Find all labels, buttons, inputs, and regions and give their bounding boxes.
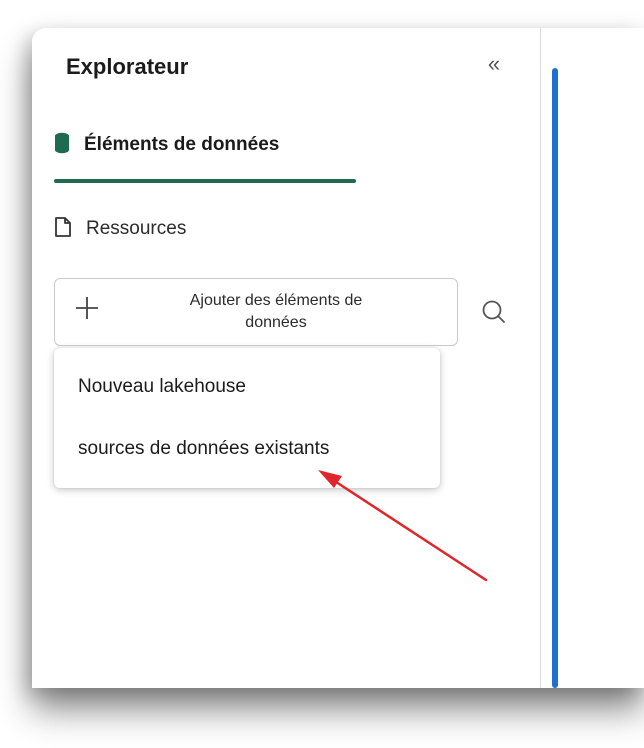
scrollbar[interactable] [552,68,558,688]
add-label-line1: Ajouter des éléments de [189,292,363,309]
tab-data-items-label: Éléments de données [84,134,280,155]
plus-icon [55,295,119,329]
document-icon [54,216,72,243]
tab-resources-label: Ressources [86,218,187,239]
database-icon [54,132,70,159]
search-icon[interactable] [476,294,512,330]
tab-data-items[interactable]: Éléments de données [54,128,279,162]
panel-title: Explorateur [66,54,189,79]
menu-item-new-lakehouse[interactable]: Nouveau lakehouse [78,376,246,398]
pane-divider [540,28,541,688]
menu-item-existing-data-sources[interactable]: sources de données existants [78,438,329,460]
screenshot-stage: Explorateur « Éléments de données Ressou… [0,0,644,748]
add-data-items-button[interactable]: Ajouter des éléments de données [54,278,458,346]
add-label-line2: données [245,314,307,331]
explorer-sidebar: Explorateur « Éléments de données Ressou… [32,28,542,688]
active-tab-indicator [54,179,356,183]
add-items-dropdown-menu: Nouveau lakehouse sources de données exi… [54,348,440,488]
add-data-items-label: Ajouter des éléments de données [119,290,457,334]
tab-resources[interactable]: Ressources [54,212,186,246]
collapse-icon[interactable]: « [480,50,508,78]
explorer-panel: Explorateur « Éléments de données Ressou… [32,28,644,688]
